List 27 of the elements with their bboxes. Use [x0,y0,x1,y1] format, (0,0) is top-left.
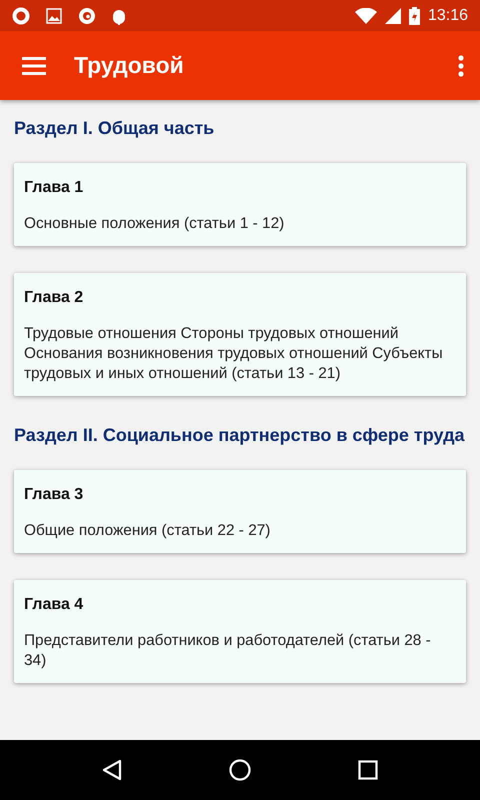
chapter-title: Глава 4 [24,595,84,615]
chapter-description: Основные положения (статьи 1 - 12) [24,214,286,234]
notification-icon [78,6,96,24]
notification-icon [12,6,30,24]
chapter-title: Глава 3 [24,485,84,505]
chapter-card[interactable]: Глава 2 Трудовые отношения Стороны трудовых отношений Основания возникновения трудовых отношений Субъекты трудовых и иных отношений (статьи 13 - 21) [14,273,466,396]
app-title: Трудовой [74,51,184,80]
menu-button[interactable] [22,56,46,74]
chapter-card[interactable]: Глава 1 Основные положения (статьи 1 - 12) [14,163,466,246]
chapter-description: Трудовые отношения Стороны трудовых отношений Основания возникновения трудовых отношений Субъекты трудовых и иных отношений (статьи 13 - 21) [24,324,444,384]
wifi-icon [354,8,377,24]
chapter-description: Общие положения (статьи 22 - 27) [24,521,272,541]
section-heading: Раздел I. Общая часть [14,117,216,140]
section-heading: Раздел II. Социальное партнерство в сфере труда [14,424,466,447]
chapter-card[interactable]: Глава 4 Представители работников и работодателей (статьи 28 - 34) [14,580,466,683]
chapter-title: Глава 2 [24,288,84,308]
image-icon [46,8,62,24]
status-time: 13:16 [428,6,468,26]
chapter-description: Представители работников и работодателей (статьи 28 - 34) [24,631,432,671]
recents-button[interactable] [358,760,378,780]
home-button[interactable] [228,759,251,781]
back-button[interactable] [102,759,122,781]
more-options-button[interactable] [458,54,464,76]
battery-icon [408,6,420,24]
signal-icon [384,8,401,24]
chapter-card[interactable]: Глава 3 Общие положения (статьи 22 - 27) [14,470,466,553]
chapter-title: Глава 1 [24,178,84,198]
